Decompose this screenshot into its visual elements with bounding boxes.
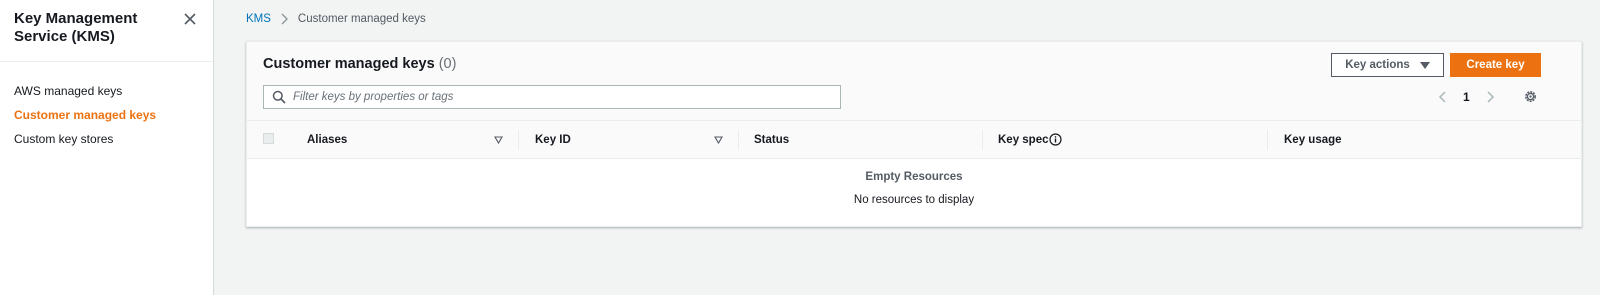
sidebar-header: Key Management Service (KMS): [0, 0, 213, 62]
keys-table-panel: Customer managed keys (0) Key actions Cr…: [246, 41, 1582, 227]
search-icon: [272, 90, 286, 104]
breadcrumb-kms-link[interactable]: KMS: [246, 13, 271, 25]
sidebar-nav: AWS managed keys Customer managed keys C…: [0, 62, 213, 151]
sidebar-item-aws-managed-keys[interactable]: AWS managed keys: [0, 79, 213, 103]
side-navigation: Key Management Service (KMS) AWS managed…: [0, 0, 214, 295]
pagination: 1: [1437, 88, 1496, 106]
page-number[interactable]: 1: [1463, 90, 1470, 104]
main-content: KMS Customer managed keys Customer manag…: [214, 0, 1600, 295]
chevron-right-icon[interactable]: [1484, 90, 1496, 104]
empty-state: Empty Resources No resources to display: [247, 161, 1581, 206]
column-header-aliases[interactable]: Aliases: [307, 121, 347, 159]
empty-state-message: No resources to display: [853, 194, 975, 206]
caret-down-icon: [1419, 61, 1430, 69]
filter-keys-input[interactable]: [293, 91, 833, 103]
panel-title-count: (0): [438, 56, 457, 72]
key-actions-label: Key actions: [1345, 59, 1410, 71]
close-icon[interactable]: [182, 11, 198, 27]
key-actions-button[interactable]: Key actions: [1331, 53, 1444, 77]
sort-down-icon[interactable]: [494, 136, 503, 144]
info-icon[interactable]: [1049, 133, 1062, 146]
column-divider: [982, 130, 983, 150]
chevron-right-icon: [281, 13, 288, 25]
column-header-key-spec: Key spec: [998, 134, 1049, 146]
sort-down-icon[interactable]: [714, 136, 723, 144]
filter-search-box: [263, 85, 841, 109]
select-all-checkbox[interactable]: [263, 133, 274, 144]
column-divider: [738, 130, 739, 150]
panel-title: Customer managed keys (0): [263, 56, 456, 72]
sidebar-item-custom-key-stores[interactable]: Custom key stores: [0, 127, 213, 151]
breadcrumb: KMS Customer managed keys: [246, 11, 426, 27]
empty-state-title: Empty Resources: [865, 171, 963, 183]
breadcrumb-current: Customer managed keys: [297, 13, 426, 25]
sidebar-item-customer-managed-keys[interactable]: Customer managed keys: [0, 103, 213, 127]
column-header-key-usage: Key usage: [1284, 134, 1342, 146]
panel-title-text: Customer managed keys: [263, 56, 435, 72]
create-key-button[interactable]: Create key: [1450, 53, 1541, 77]
chevron-left-icon[interactable]: [1437, 90, 1449, 104]
table-header: Aliases Key ID Status Key spec Key usage: [247, 121, 1581, 159]
column-header-status: Status: [754, 134, 790, 146]
sidebar-title: Key Management Service (KMS): [14, 10, 138, 45]
column-divider: [1267, 130, 1268, 150]
kms-console: Key Management Service (KMS) AWS managed…: [0, 0, 1600, 295]
gear-icon[interactable]: [1523, 89, 1538, 104]
panel-header: Customer managed keys (0) Key actions Cr…: [247, 42, 1581, 121]
column-divider: [518, 130, 519, 150]
column-header-key-id[interactable]: Key ID: [535, 121, 571, 159]
